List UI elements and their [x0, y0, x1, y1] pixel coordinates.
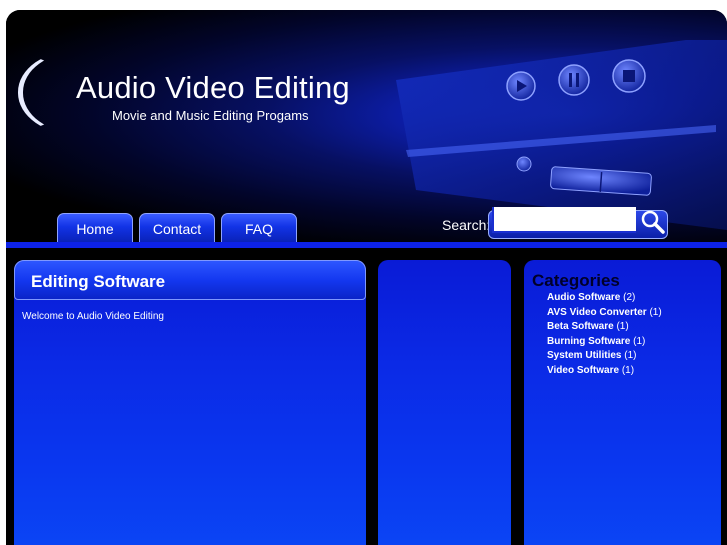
category-link-avs-video-converter[interactable]: AVS Video Converter — [547, 307, 647, 318]
search-label: Search: — [442, 217, 491, 233]
main-heading-bar: Editing Software — [14, 260, 366, 300]
site-tagline: Movie and Music Editing Progams — [112, 108, 309, 123]
category-link-beta-software[interactable]: Beta Software — [547, 321, 614, 332]
categories-sidebar: Categories Audio Software (2) AVS Video … — [524, 260, 721, 545]
category-item: System Utilities (1) — [547, 350, 662, 365]
category-item: Burning Software (1) — [547, 336, 662, 351]
nav-tab-home[interactable]: Home — [57, 213, 133, 242]
categories-title: Categories — [532, 271, 620, 290]
category-link-video-software[interactable]: Video Software — [547, 365, 619, 376]
category-count: (1) — [621, 364, 635, 376]
category-count: (1) — [633, 335, 646, 347]
main-nav: Home Contact FAQ — [57, 213, 297, 242]
category-item: Beta Software (1) — [547, 321, 662, 336]
category-item: Video Software (1) — [547, 365, 662, 380]
category-count: (2) — [623, 292, 636, 303]
main-heading: Editing Software — [31, 272, 166, 291]
magnifier-icon — [641, 210, 665, 234]
main-content: Editing Software Welcome to Audio Video … — [14, 260, 366, 545]
search-button[interactable] — [638, 208, 668, 238]
nav-tab-faq[interactable]: FAQ — [221, 213, 297, 242]
category-link-system-utilities[interactable]: System Utilities — [547, 350, 621, 361]
category-item: Audio Software (2) — [547, 292, 662, 307]
category-item: AVS Video Converter (1) — [547, 307, 662, 322]
category-count: (1) — [649, 306, 662, 318]
categories-list: Audio Software (2) AVS Video Converter (… — [547, 292, 662, 379]
nav-tab-contact[interactable]: Contact — [139, 213, 215, 242]
search-input[interactable] — [492, 207, 636, 233]
category-link-audio-software[interactable]: Audio Software — [547, 292, 620, 303]
category-count: (1) — [624, 350, 637, 361]
page-frame: Audio Video Editing Movie and Music Edit… — [6, 10, 727, 545]
site-title: Audio Video Editing — [76, 70, 350, 105]
category-link-burning-software[interactable]: Burning Software — [547, 336, 630, 347]
middle-column — [378, 260, 511, 545]
category-count: (1) — [616, 321, 629, 332]
header-banner: Audio Video Editing Movie and Music Edit… — [6, 10, 727, 242]
welcome-text: Welcome to Audio Video Editing — [22, 311, 164, 322]
header-divider — [6, 242, 727, 248]
